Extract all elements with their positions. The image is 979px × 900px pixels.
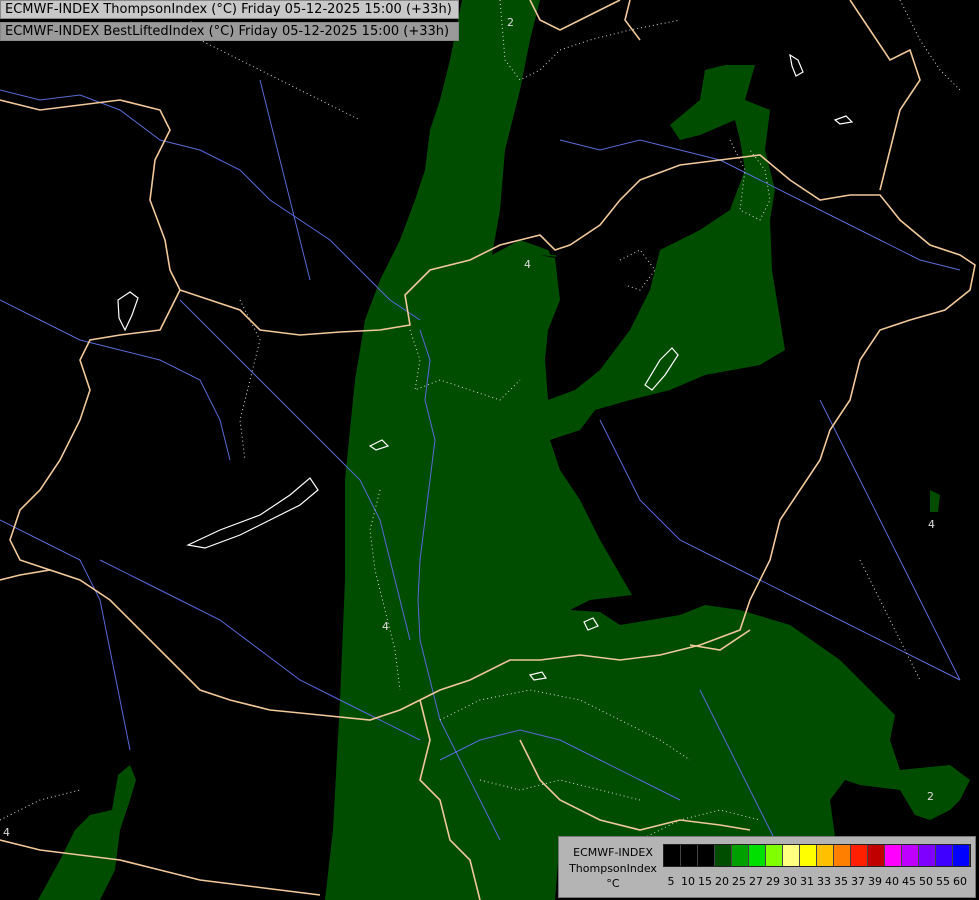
legend-title-3: °C xyxy=(606,877,620,890)
legend-swatch xyxy=(698,845,715,866)
legend-swatch xyxy=(681,845,698,866)
legend-tick-label: 5 xyxy=(667,875,675,888)
legend-tick-label: 30 xyxy=(783,875,797,888)
legend-swatches xyxy=(663,844,971,867)
header-line-2-text: ECMWF-INDEX BestLiftedIndex (°C) Friday … xyxy=(5,24,450,39)
legend-swatch xyxy=(885,845,902,866)
legend-swatch xyxy=(817,845,834,866)
legend-tick-label: 39 xyxy=(868,875,882,888)
legend-tick-label: 25 xyxy=(732,875,746,888)
legend-tick-label: 55 xyxy=(936,875,950,888)
weather-map: 2 4 4 4 4 2 xyxy=(0,0,979,900)
legend-tick-label: 15 xyxy=(698,875,712,888)
legend-swatch xyxy=(936,845,953,866)
legend-swatch xyxy=(749,845,766,866)
contour-label: 2 xyxy=(507,16,514,29)
legend-tick-label: 40 xyxy=(885,875,899,888)
legend-swatch xyxy=(919,845,936,866)
legend-swatch xyxy=(902,845,919,866)
contour-label: 4 xyxy=(524,258,531,271)
color-legend: ECMWF-INDEX ThompsonIndex °C 5 10 15 20 25 27… xyxy=(558,836,976,898)
contour-label: 4 xyxy=(3,826,10,839)
legend-swatch xyxy=(800,845,817,866)
legend-tick-label: 35 xyxy=(834,875,848,888)
legend-tick-label: 27 xyxy=(749,875,763,888)
contour-label: 4 xyxy=(382,620,389,633)
header-line-2: ECMWF-INDEX BestLiftedIndex (°C) Friday … xyxy=(0,22,459,41)
legend-tick-label: 37 xyxy=(851,875,865,888)
legend-tick-label: 31 xyxy=(800,875,814,888)
legend-swatch xyxy=(868,845,885,866)
legend-tick-label: 60 xyxy=(953,875,967,888)
contour-label: 4 xyxy=(928,518,935,531)
legend-swatch xyxy=(664,845,681,866)
legend-tick-label: 20 xyxy=(715,875,729,888)
legend-swatch xyxy=(851,845,868,866)
legend-swatch xyxy=(783,845,800,866)
legend-tick-label: 33 xyxy=(817,875,831,888)
legend-swatch xyxy=(766,845,783,866)
header-line-1-text: ECMWF-INDEX ThompsonIndex (°C) Friday 05… xyxy=(5,2,452,17)
legend-tick-label: 50 xyxy=(919,875,933,888)
legend-title-1: ECMWF-INDEX xyxy=(573,846,653,859)
legend-tick-label: 29 xyxy=(766,875,780,888)
legend-swatch xyxy=(732,845,749,866)
legend-tick-label: 10 xyxy=(681,875,695,888)
header-line-1: ECMWF-INDEX ThompsonIndex (°C) Friday 05… xyxy=(0,0,459,19)
legend-swatch xyxy=(715,845,732,866)
contour-label: 2 xyxy=(927,790,934,803)
legend-swatch xyxy=(953,845,970,866)
legend-swatch xyxy=(834,845,851,866)
legend-title-2: ThompsonIndex xyxy=(569,862,657,875)
legend-tick-label: 45 xyxy=(902,875,916,888)
